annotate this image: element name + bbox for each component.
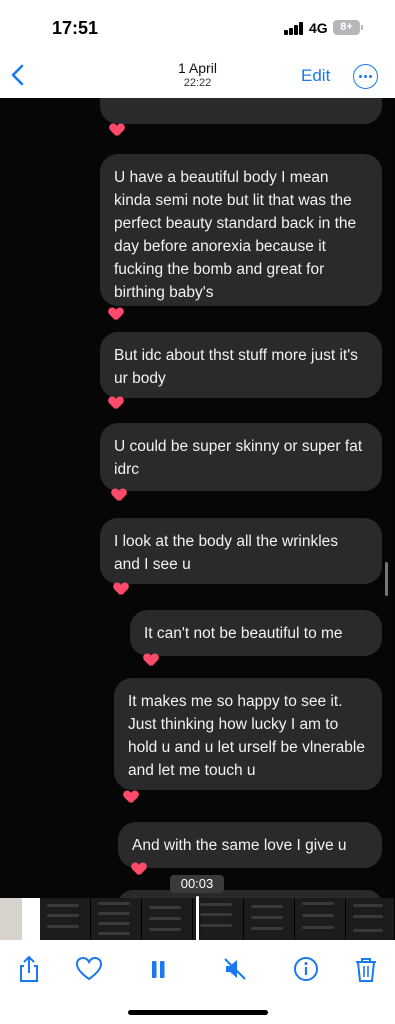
frame-thumbnail bbox=[40, 898, 91, 940]
nav-time: 22:22 bbox=[183, 77, 212, 89]
message-bubble: It makes me so happy to see it. Just thi… bbox=[114, 678, 382, 790]
message-bubble: But idc about thst stuff more just it's … bbox=[100, 332, 382, 398]
mute-icon bbox=[224, 958, 246, 980]
video-thumbnail-previous[interactable] bbox=[0, 898, 22, 940]
frame-strip[interactable] bbox=[40, 898, 395, 940]
message-bubble-partial bbox=[100, 98, 382, 124]
share-button[interactable] bbox=[14, 954, 44, 984]
home-indicator bbox=[128, 1010, 268, 1015]
video-player[interactable]: U have a beautiful body I mean kinda sem… bbox=[0, 98, 395, 898]
frame-thumbnail bbox=[244, 898, 295, 940]
message-bubble: And with the same love I give u bbox=[118, 822, 382, 868]
pause-icon bbox=[152, 961, 165, 978]
bottom-toolbar bbox=[0, 940, 395, 1024]
info-icon bbox=[294, 957, 318, 981]
edit-button[interactable]: Edit bbox=[301, 66, 330, 86]
nav-title: 1 April 22:22 bbox=[0, 60, 395, 90]
trash-icon bbox=[356, 958, 376, 982]
video-frame: U have a beautiful body I mean kinda sem… bbox=[4, 98, 391, 898]
message-text: It can't not be beautiful to me bbox=[144, 625, 343, 642]
message-text: It makes me so happy to see it. Just thi… bbox=[128, 693, 365, 779]
share-icon bbox=[20, 955, 38, 982]
message-bubble: I look at the body all the wrinkles and … bbox=[100, 518, 382, 584]
message-bubble: U could be super skinny or super fat idr… bbox=[100, 423, 382, 491]
message-text: But idc about thst stuff more just it's … bbox=[114, 347, 358, 387]
message-text: I look at the body all the wrinkles and … bbox=[114, 533, 339, 573]
heart-reaction-icon bbox=[114, 583, 128, 596]
heart-reaction-icon bbox=[132, 863, 146, 876]
status-bar: 17:51 4G 8+ bbox=[0, 0, 395, 56]
pause-button[interactable] bbox=[143, 954, 173, 984]
heart-reaction-icon bbox=[110, 124, 124, 137]
playhead[interactable] bbox=[196, 896, 199, 942]
battery-level: 8+ bbox=[340, 21, 353, 33]
frame-thumbnail bbox=[346, 898, 395, 940]
signal-icon bbox=[284, 22, 304, 35]
nav-bar: 1 April 22:22 Edit bbox=[0, 56, 395, 98]
battery-icon: 8+ bbox=[333, 20, 360, 35]
delete-button[interactable] bbox=[351, 954, 381, 984]
message-text: U could be super skinny or super fat idr… bbox=[114, 438, 363, 478]
message-bubble-partial bbox=[118, 890, 382, 898]
heart-icon bbox=[75, 956, 103, 981]
mute-button[interactable] bbox=[220, 954, 250, 984]
message-bubble: U have a beautiful body I mean kinda sem… bbox=[100, 154, 382, 306]
message-text: U have a beautiful body I mean kinda sem… bbox=[114, 169, 357, 301]
frame-thumbnail bbox=[295, 898, 346, 940]
info-button[interactable] bbox=[291, 954, 321, 984]
status-time: 17:51 bbox=[52, 18, 99, 38]
scroll-indicator bbox=[385, 562, 388, 596]
heart-reaction-icon bbox=[109, 308, 123, 321]
message-bubble: It can't not be beautiful to me bbox=[130, 610, 382, 656]
frame-thumbnail bbox=[91, 898, 142, 940]
network-type: 4G bbox=[309, 20, 328, 36]
message-text: And with the same love I give u bbox=[132, 837, 347, 854]
battery-tip bbox=[361, 25, 363, 30]
heart-reaction-icon bbox=[109, 397, 123, 410]
heart-reaction-icon bbox=[124, 791, 138, 804]
heart-reaction-icon bbox=[144, 654, 158, 667]
video-timecode: 00:03 bbox=[170, 875, 224, 893]
frame-thumbnail bbox=[142, 898, 193, 940]
more-options-button[interactable] bbox=[353, 64, 378, 89]
nav-date: 1 April bbox=[178, 60, 217, 76]
heart-reaction-icon bbox=[112, 489, 126, 502]
frame-thumbnail bbox=[193, 898, 244, 940]
video-scrubber[interactable] bbox=[0, 896, 395, 942]
favorite-button[interactable] bbox=[74, 954, 104, 984]
